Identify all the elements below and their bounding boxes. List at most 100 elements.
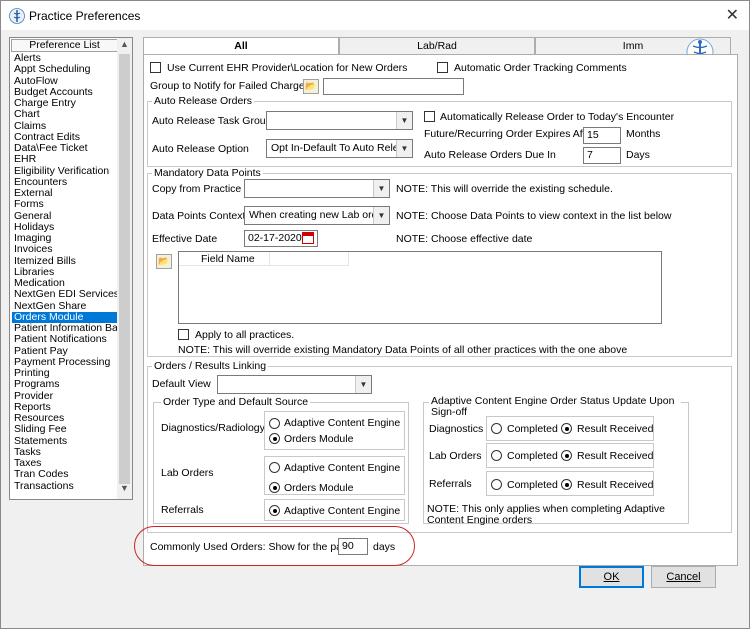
chevron-down-icon[interactable]: ▼ [373,207,389,224]
close-icon[interactable]: ✕ [726,5,739,25]
preference-list-item[interactable]: Programs [12,379,118,390]
tab-lab-rad[interactable]: Lab/Rad [339,37,535,54]
window-title: Practice Preferences [29,9,141,23]
preference-list-item[interactable]: Eligibility Verification [12,166,118,177]
diag-rad-orders-module-radio[interactable] [269,433,280,444]
preference-list-item[interactable]: Patient Information Bar [12,323,118,334]
auto-release-task-group-dropdown[interactable]: ▼ [266,111,413,130]
preference-list-item[interactable]: Tran Codes [12,469,118,480]
auto-release-today-label: Automatically Release Order to Today's E… [440,111,675,123]
auto-tracking-comments-checkbox[interactable] [437,62,448,73]
auto-release-due-field[interactable]: 7 [583,147,621,164]
apply-all-practices-label: Apply to all practices. [195,329,295,341]
folder-icon[interactable]: 📂 [303,79,319,94]
preference-list-item[interactable]: Provider [12,391,118,402]
folder-icon[interactable]: 📂 [156,254,172,269]
diag-rad-ace-radio[interactable] [269,418,280,429]
auto-release-option-label: Auto Release Option [152,143,249,155]
preference-list-item[interactable]: Holidays [12,222,118,233]
caduceus-app-icon [9,8,25,24]
cancel-button-label: Cancel [666,571,701,583]
preference-list-item[interactable]: Transactions [12,481,118,492]
preference-list-items: Alerts Appt Scheduling AutoFlow Budget Acco… [12,53,118,492]
cancel-button[interactable]: Cancel [651,566,716,588]
preference-list-item[interactable]: Taxes [12,458,118,469]
preference-list[interactable]: Preference List Alerts Appt Scheduling Aut… [9,37,133,500]
preference-list-item[interactable]: Chart [12,109,118,120]
preference-list-item[interactable]: Payment Processing [12,357,118,368]
preference-list-item[interactable]: Printing [12,368,118,379]
preference-list-item[interactable]: Claims [12,121,118,132]
ace-ref-result-received-radio[interactable] [561,479,572,490]
lab-ace-radio[interactable] [269,462,280,473]
preference-list-item[interactable]: Medication [12,278,118,289]
field-name-listbox[interactable]: Field Name [178,251,662,324]
preference-list-item[interactable]: AutoFlow [12,76,118,87]
preference-list-item[interactable]: Alerts [12,53,118,64]
data-points-context-label: Data Points Context [152,210,246,222]
ace-lab-result-received-radio[interactable] [561,450,572,461]
chevron-down-icon[interactable]: ▼ [396,140,412,157]
preference-list-item[interactable]: Invoices [12,244,118,255]
preference-list-item[interactable]: General [12,211,118,222]
field-name-header: Field Name [201,253,255,265]
chevron-down-icon[interactable]: ▼ [396,112,412,129]
auto-release-due-unit: Days [626,149,650,161]
scroll-thumb[interactable] [119,54,130,484]
apply-all-practices-note: NOTE: This will override existing Mandat… [178,344,628,356]
preference-list-item[interactable]: External [12,188,118,199]
apply-all-practices-checkbox[interactable] [178,329,189,340]
calendar-icon[interactable] [302,232,314,244]
chevron-down-icon[interactable]: ▼ [355,376,371,393]
copy-from-practice-dropdown[interactable]: ▼ [244,179,390,198]
chevron-down-icon[interactable]: ▼ [373,180,389,197]
preference-list-item[interactable]: Encounters [12,177,118,188]
auto-release-today-checkbox[interactable] [424,111,435,122]
preference-list-item[interactable]: Orders Module [12,311,118,323]
preference-list-item[interactable]: Statements [12,436,118,447]
copy-from-practice-note: NOTE: This will override the existing sc… [396,183,613,195]
ace-diag-result-received-radio[interactable] [561,423,572,434]
preference-list-item[interactable]: Reports [12,402,118,413]
preference-list-item[interactable]: Charge Entry [12,98,118,109]
preference-list-item[interactable]: Sliding Fee [12,424,118,435]
preference-list-item[interactable]: EHR [12,154,118,165]
preference-list-item[interactable]: Budget Accounts [12,87,118,98]
preference-list-item[interactable]: Itemized Bills [12,256,118,267]
preference-list-item[interactable]: Contract Edits [12,132,118,143]
use-current-provider-checkbox[interactable] [150,62,161,73]
preference-list-item[interactable]: Patient Pay [12,346,118,357]
mandatory-data-points-title: Mandatory Data Points [152,167,263,179]
expires-after-field[interactable]: 15 [583,127,621,144]
ace-diag-result-received-label: Result Received [577,423,654,435]
preference-list-item[interactable]: Libraries [12,267,118,278]
orders-results-linking-title: Orders / Results Linking [152,360,269,372]
copy-from-practice-label: Copy from Practice [152,183,242,195]
preference-list-item[interactable]: Patient Notifications [12,334,118,345]
expires-after-unit: Months [626,128,661,140]
scroll-down-icon[interactable]: ▼ [117,483,132,498]
preference-list-scrollbar[interactable]: ▲ ▼ [117,38,132,499]
ace-lab-completed-radio[interactable] [491,450,502,461]
preference-list-item[interactable]: Tasks [12,447,118,458]
group-notify-field[interactable] [323,78,464,95]
referrals-ace-radio[interactable] [269,505,280,516]
lab-orders-module-radio[interactable] [269,482,280,493]
preference-list-item[interactable]: Imaging [12,233,118,244]
default-view-dropdown[interactable]: ▼ [217,375,372,394]
tab-all[interactable]: All [143,37,339,55]
preference-list-item[interactable]: Forms [12,199,118,210]
expires-after-label: Future/Recurring Order Expires After [424,128,595,140]
preference-list-item[interactable]: Data\Fee Ticket [12,143,118,154]
preference-list-item[interactable]: NextGen EDI Services [12,289,118,300]
auto-release-option-dropdown[interactable]: Opt In-Default To Auto Release ▼ [266,139,413,158]
preference-list-item[interactable]: Appt Scheduling [12,64,118,75]
data-points-context-dropdown[interactable]: When creating new Lab orders ▼ [244,206,390,225]
auto-release-task-group-label: Auto Release Task Group [152,115,272,127]
ace-ref-completed-radio[interactable] [491,479,502,490]
preference-list-item[interactable]: NextGen Share [12,301,118,312]
preference-list-item[interactable]: Resources [12,413,118,424]
scroll-up-icon[interactable]: ▲ [117,39,132,54]
ok-button[interactable]: OK [579,566,644,588]
ace-diag-completed-radio[interactable] [491,423,502,434]
